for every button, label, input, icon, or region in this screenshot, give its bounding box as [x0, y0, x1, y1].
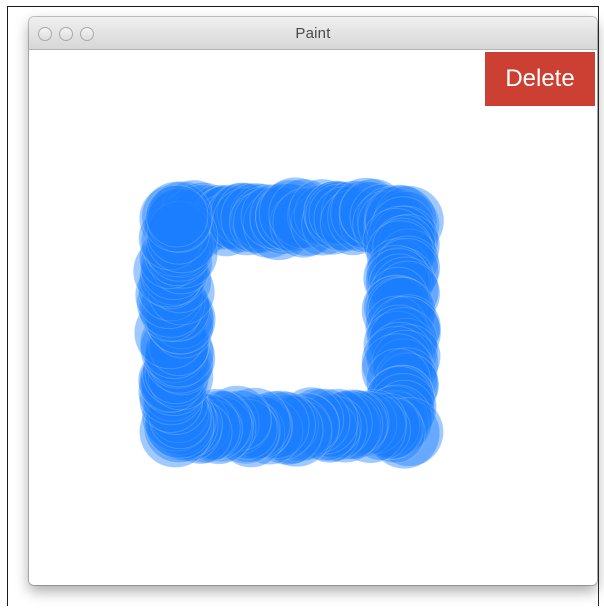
- delete-button[interactable]: Delete: [485, 52, 595, 106]
- drawing-canvas[interactable]: [29, 50, 597, 585]
- title-bar[interactable]: Paint: [29, 17, 597, 50]
- paint-window: Paint Delete: [29, 17, 597, 585]
- brush-dab: [145, 184, 209, 248]
- brush-strokes: [132, 176, 445, 470]
- window-title: Paint: [295, 25, 331, 42]
